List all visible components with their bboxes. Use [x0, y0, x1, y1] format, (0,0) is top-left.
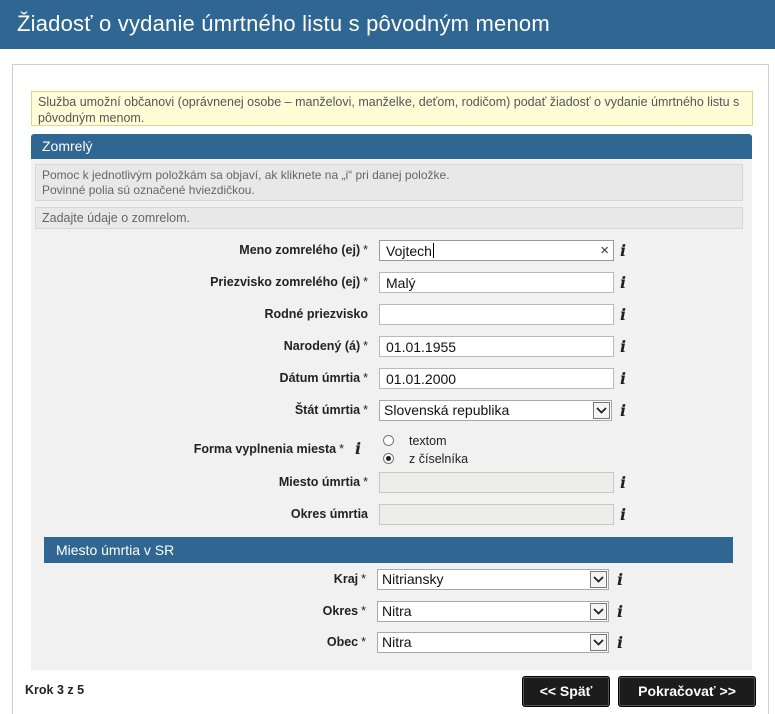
region-label-text: Kraj: [333, 572, 359, 586]
step-indicator: Krok 3 z 5: [25, 683, 85, 697]
region-value: Nitriansky: [382, 571, 444, 587]
info-icon[interactable]: i: [618, 475, 628, 491]
place-form-label: Forma vyplnenia miesta *: [194, 442, 344, 456]
birth-surname-label: Rodné priezvisko: [265, 307, 369, 321]
required-mark: *: [361, 635, 366, 649]
death-country-label: Štát úmrtia *: [295, 403, 368, 417]
chevron-down-icon[interactable]: [593, 402, 610, 419]
info-icon[interactable]: i: [618, 307, 628, 323]
municipality-label: Obec *: [327, 635, 366, 649]
born-label: Narodený (á) *: [284, 339, 368, 353]
required-mark: *: [361, 572, 366, 586]
municipality-select[interactable]: Nitra: [377, 632, 609, 653]
required-mark: *: [363, 243, 368, 257]
death-date-value: 01.01.2000: [386, 371, 457, 387]
first-name-label-text: Meno zomrelého (ej): [239, 243, 361, 257]
first-name-value: Vojtech: [386, 243, 432, 259]
info-icon[interactable]: i: [615, 604, 625, 620]
required-mark: *: [363, 403, 368, 417]
info-icon[interactable]: i: [618, 507, 628, 523]
continue-button[interactable]: Pokračovať >>: [618, 676, 756, 707]
chevron-down-icon[interactable]: [590, 603, 607, 620]
surname-input[interactable]: Malý: [379, 272, 614, 293]
death-date-label-text: Dátum úmrtia: [279, 371, 361, 385]
district-label: Okres *: [323, 604, 366, 618]
info-icon[interactable]: i: [618, 371, 628, 387]
required-mark: *: [363, 475, 368, 489]
clear-input-icon[interactable]: ×: [600, 242, 609, 259]
surname-label-text: Priezvisko zomrelého (ej): [210, 275, 361, 289]
radio-z-ciselnika[interactable]: [383, 453, 394, 464]
death-district-label-text: Okres úmrtia: [290, 507, 368, 521]
required-mark: *: [339, 442, 344, 456]
radio-textom-label: textom: [409, 434, 447, 448]
info-icon[interactable]: i: [618, 339, 628, 355]
born-date-input[interactable]: 01.01.1955: [379, 336, 614, 357]
info-icon[interactable]: i: [615, 635, 625, 651]
radio-z-ciselnika-label: z číselníka: [409, 452, 469, 466]
back-button[interactable]: << Späť: [522, 676, 610, 707]
page-title: Žiadosť o vydanie úmrtného listu s pôvod…: [17, 11, 550, 36]
info-icon[interactable]: i: [353, 441, 363, 457]
help-box: Pomoc k jednotlivým položkám sa objaví, …: [35, 164, 743, 201]
municipality-label-text: Obec: [326, 635, 359, 649]
death-date-input[interactable]: 01.01.2000: [379, 368, 614, 389]
death-country-select[interactable]: Slovenská republika: [379, 400, 612, 421]
death-district-input: [379, 504, 614, 525]
birth-surname-input[interactable]: [379, 304, 614, 325]
municipality-value: Nitra: [382, 634, 412, 650]
info-icon[interactable]: i: [618, 243, 628, 259]
service-notice: Služba umožní občanovi (oprávnenej osobe…: [31, 91, 753, 126]
help-text-line1: Pomoc k jednotlivým položkám sa objaví, …: [42, 168, 450, 182]
chevron-down-icon[interactable]: [590, 634, 607, 651]
region-select[interactable]: Nitriansky: [377, 569, 609, 590]
first-name-input[interactable]: Vojtech ×: [379, 240, 614, 261]
info-icon[interactable]: i: [618, 275, 628, 291]
text-caret: [432, 243, 434, 258]
info-icon[interactable]: i: [618, 403, 628, 419]
death-date-label: Dátum úmrtia *: [280, 371, 368, 385]
district-label-text: Okres: [322, 604, 359, 618]
death-place-label: Miesto úmrtia *: [279, 475, 368, 489]
required-mark: *: [363, 371, 368, 385]
death-country-value: Slovenská republika: [384, 402, 510, 418]
death-place-input: [379, 472, 614, 493]
death-place-label-text: Miesto úmrtia: [278, 475, 361, 489]
section-title-deceased: Zomrelý: [31, 134, 752, 159]
required-mark: *: [363, 339, 368, 353]
instruction-box: Zadajte údaje o zomrelom.: [35, 207, 743, 229]
chevron-down-icon[interactable]: [590, 571, 607, 588]
help-text-line2: Povinné polia sú označené hviezdičkou.: [42, 183, 255, 197]
death-district-label: Okres úmrtia: [291, 507, 368, 521]
radio-textom[interactable]: [383, 435, 394, 446]
required-mark: *: [363, 275, 368, 289]
first-name-label: Meno zomrelého (ej) *: [239, 243, 368, 257]
required-mark: *: [361, 604, 366, 618]
district-value: Nitra: [382, 603, 412, 619]
death-country-label-text: Štát úmrtia: [294, 403, 361, 417]
birth-surname-label-text: Rodné priezvisko: [264, 307, 369, 321]
section-title-sr: Miesto úmrtia v SR: [44, 537, 733, 563]
place-form-label-text: Forma vyplnenia miesta: [193, 442, 337, 456]
born-value: 01.01.1955: [386, 339, 457, 355]
region-label: Kraj *: [334, 572, 366, 586]
info-icon[interactable]: i: [615, 572, 625, 588]
born-label-text: Narodený (á): [283, 339, 361, 353]
surname-value: Malý: [386, 275, 416, 291]
surname-label: Priezvisko zomrelého (ej) *: [210, 275, 368, 289]
page-header: Žiadosť o vydanie úmrtného listu s pôvod…: [0, 0, 775, 49]
district-select[interactable]: Nitra: [377, 601, 609, 622]
